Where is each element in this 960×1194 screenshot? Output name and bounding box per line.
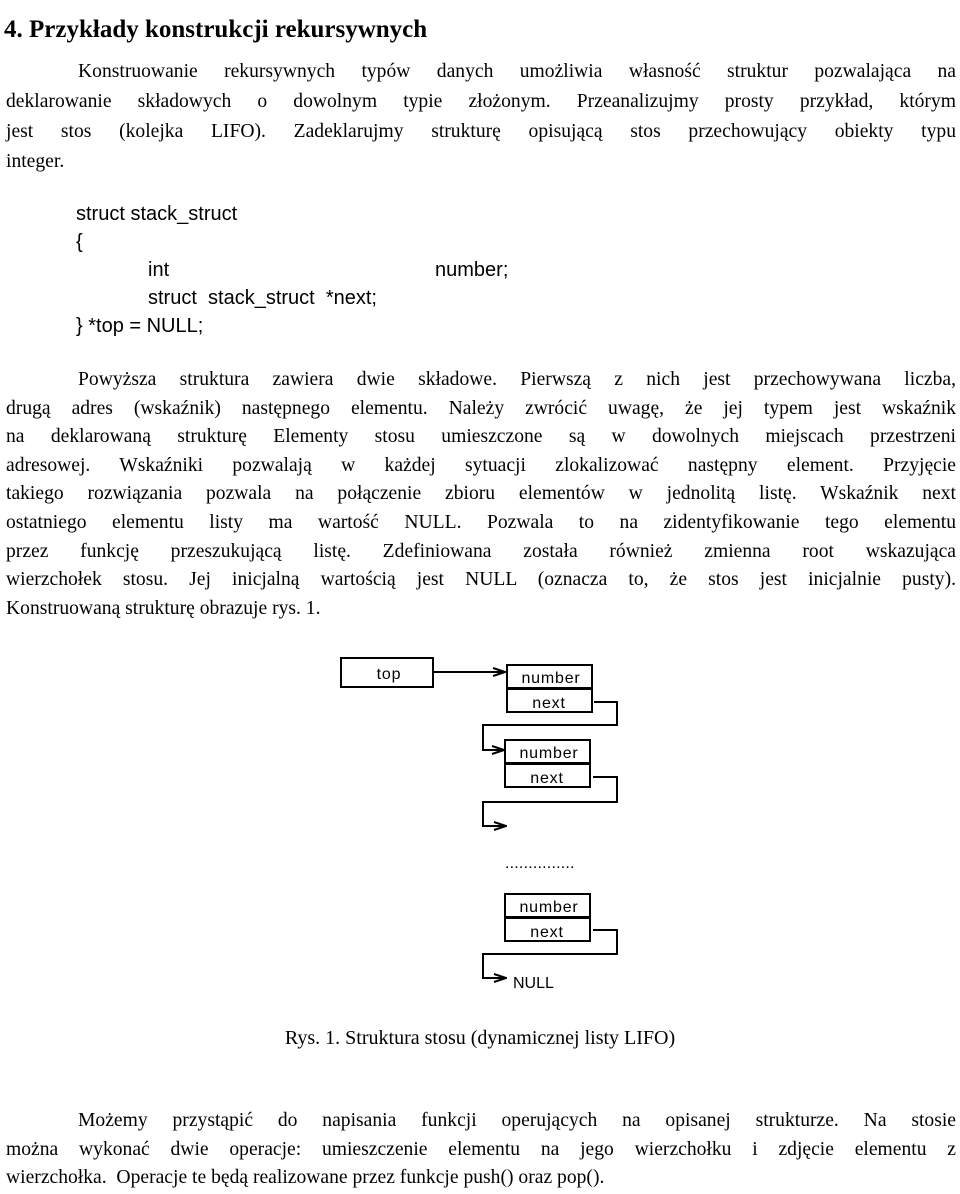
intro-paragraph: Konstruowanie rekursywnych typów danych … <box>6 57 956 177</box>
code-line: } *top = NULL; <box>76 315 204 337</box>
figure-caption: Rys. 1. Struktura stosu (dynamicznej lis… <box>284 1027 676 1049</box>
description-line: Powyższa struktura zawiera dwie składowe… <box>78 369 956 390</box>
top-label: top <box>377 666 402 683</box>
ellipsis: ............... <box>505 855 575 872</box>
node-field-number: number <box>519 745 578 762</box>
top-pointer-box: top <box>340 657 434 688</box>
intro-line: Konstruowanie rekursywnych typów danych … <box>78 61 956 82</box>
description-line: wierzchołek stosu. Jej inicjalną wartośc… <box>6 569 956 591</box>
description-line: drugą adres (wskaźnik) następnego elemen… <box>6 397 956 419</box>
closing-paragraph: Możemy przystąpić do napisania funkcji o… <box>6 1107 956 1193</box>
intro-line: deklarowanie składowych o dowolnym typie… <box>6 91 956 112</box>
node-field-number: number <box>521 670 580 687</box>
code-field-name: number; <box>435 259 509 281</box>
node-field-next: next <box>530 770 563 787</box>
code-line: struct stack_struct *next; <box>76 284 377 312</box>
code-line: int number; <box>76 256 508 284</box>
code-field-pointer: struct stack_struct *next; <box>148 287 377 309</box>
stack-node: number next <box>506 664 593 713</box>
code-line: struct stack_struct <box>76 203 238 225</box>
closing-line: wierzchołka. Operacje te będą realizowan… <box>6 1167 605 1189</box>
null-label: NULL <box>513 975 554 992</box>
description-line: ostatniego elementu listy ma wartość NUL… <box>6 511 956 533</box>
struct-code-block: struct stack_struct { int number; struct… <box>76 200 508 340</box>
node-field-next: next <box>532 695 565 712</box>
intro-line: integer. <box>6 151 65 172</box>
next-link-arrow <box>482 776 618 826</box>
next-link-arrow <box>482 701 618 750</box>
closing-line: można wykonać dwie operacje: umieszczeni… <box>6 1138 956 1160</box>
description-line: Konstruowaną strukturę obrazuje rys. 1. <box>6 597 321 619</box>
stack-node: number next <box>504 739 591 788</box>
description-paragraph: Powyższa struktura zawiera dwie składowe… <box>6 366 956 623</box>
null-link-arrow <box>482 929 618 978</box>
description-line: przez funkcję przeszukującą listę. Zdefi… <box>6 540 956 562</box>
section-heading: 4. Przykłady konstrukcji rekursywnych <box>4 15 428 43</box>
description-line: takiego rozwiązania pozwala na połączeni… <box>6 483 956 505</box>
intro-line: jest stos (kolejka LIFO). Zadeklarujmy s… <box>6 121 956 142</box>
node-field-number: number <box>519 899 578 916</box>
description-line: na deklarowaną strukturę Elementy stosu … <box>6 426 956 448</box>
code-field-type: int <box>148 259 170 281</box>
description-line: adresowej. Wskaźniki pozwalają w każdej … <box>6 454 956 476</box>
code-line: { <box>76 231 83 253</box>
closing-line: Możemy przystąpić do napisania funkcji o… <box>78 1110 956 1131</box>
node-field-next: next <box>530 924 563 941</box>
stack-node: number next <box>504 893 591 942</box>
